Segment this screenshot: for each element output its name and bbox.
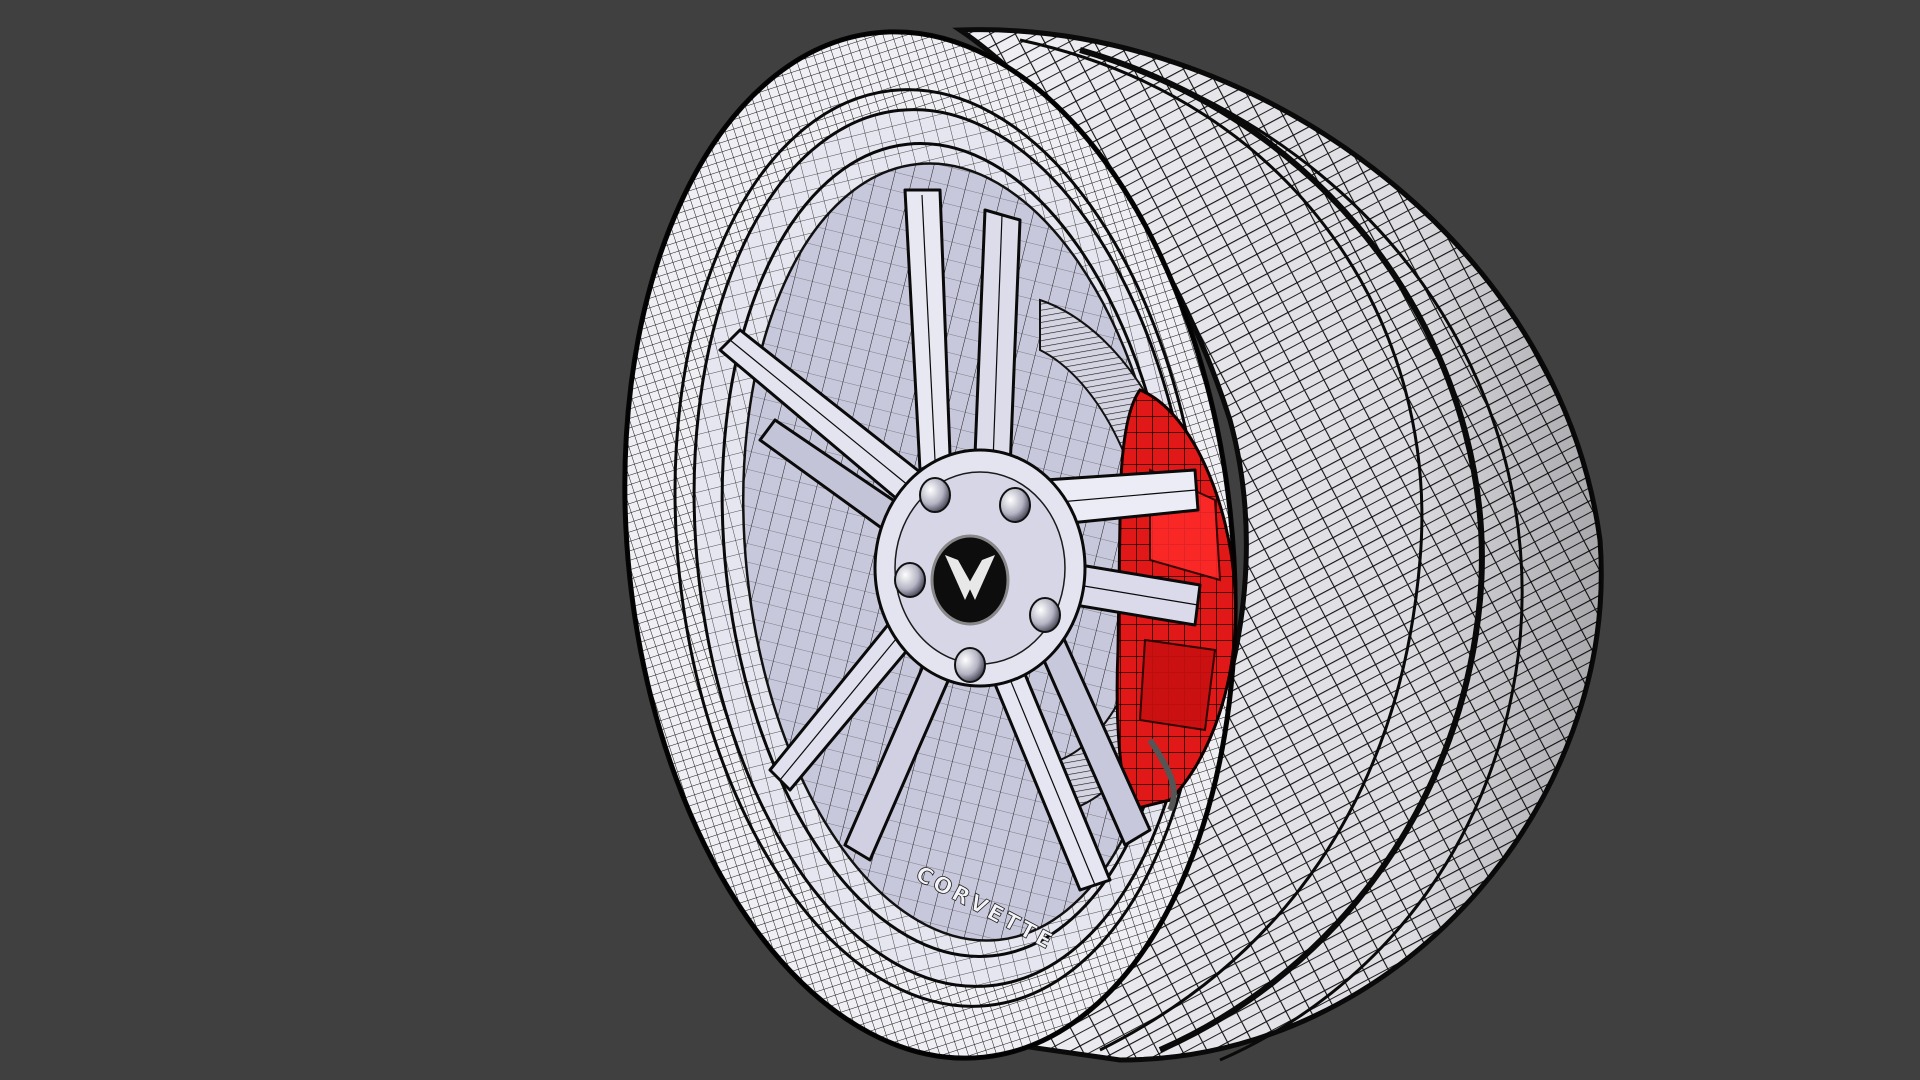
3d-viewport[interactable]: CORVETTE (0, 0, 1920, 1080)
crossed-flags-emblem-icon (930, 534, 1010, 626)
lug-nut (954, 647, 986, 683)
wheel-render: CORVETTE (622, 27, 1604, 1063)
lug-nut (1029, 597, 1061, 633)
lug-nut (919, 477, 951, 513)
lug-nut (894, 562, 926, 598)
lug-nut (999, 487, 1031, 523)
